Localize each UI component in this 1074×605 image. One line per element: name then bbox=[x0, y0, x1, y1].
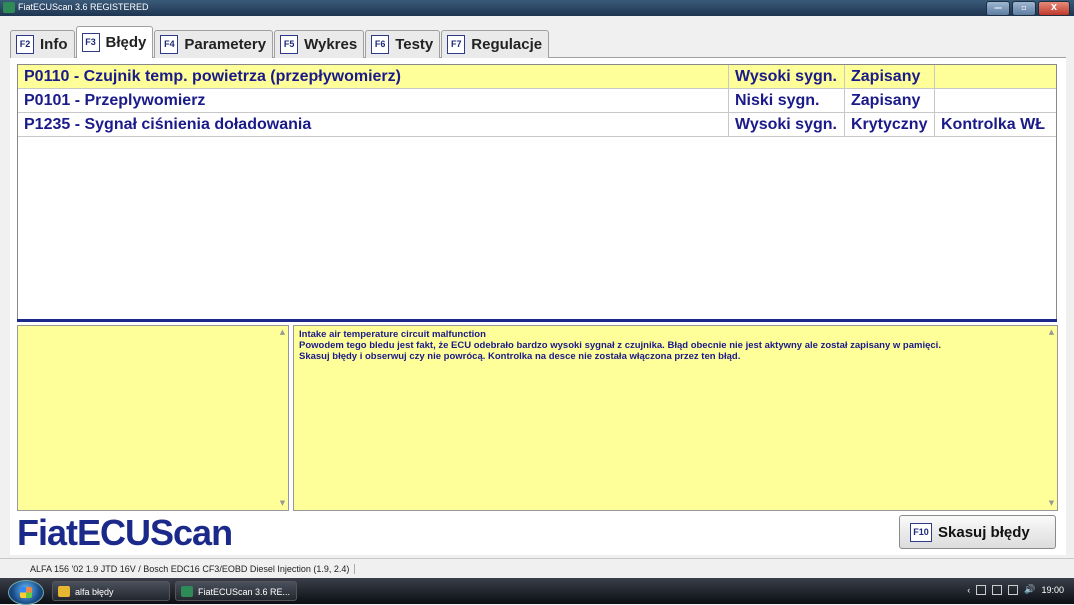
fault-signal-cell: Wysoki sygn. bbox=[729, 113, 845, 136]
app-logo: FiatECUScan bbox=[17, 512, 233, 553]
description-line: Skasuj błędy i obserwuj czy nie powrócą.… bbox=[299, 351, 741, 362]
tab-label: Info bbox=[40, 36, 68, 53]
scroll-down-icon[interactable]: ▼ bbox=[1047, 499, 1056, 508]
tab-label: Testy bbox=[395, 36, 434, 53]
maximize-button[interactable]: ▫ bbox=[1012, 1, 1036, 16]
tab-testy[interactable]: F6 Testy bbox=[365, 30, 441, 58]
description-line: Powodem tego bledu jest fakt, że ECU ode… bbox=[299, 340, 941, 351]
volume-icon[interactable]: 🔊 bbox=[1024, 584, 1035, 595]
minimize-button[interactable]: — bbox=[986, 1, 1010, 16]
folder-icon bbox=[58, 586, 70, 597]
section-divider bbox=[17, 319, 1057, 322]
fault-signal-cell: Wysoki sygn. bbox=[729, 65, 845, 88]
tab-bar: F2 Info F3 Błędy F4 Parametery F5 Wykres… bbox=[10, 26, 550, 58]
app-icon bbox=[3, 2, 15, 13]
window-controls: — ▫ X bbox=[986, 1, 1070, 16]
fault-status-cell: Zapisany bbox=[845, 89, 935, 112]
keyboard-icon[interactable] bbox=[976, 584, 987, 595]
scroll-up-icon[interactable]: ▲ bbox=[1047, 328, 1056, 337]
f4-key-icon: F4 bbox=[160, 35, 179, 54]
table-row[interactable]: P0101 - Przeplywomierz Niski sygn. Zapis… bbox=[18, 89, 1056, 113]
system-tray: ‹ 🔊 19:00 bbox=[967, 584, 1064, 595]
fault-lamp-cell: Kontrolka WŁ bbox=[941, 116, 1045, 133]
close-button[interactable]: X bbox=[1038, 1, 1070, 16]
clear-errors-label: Skasuj błędy bbox=[938, 523, 1030, 541]
f10-key-icon: F10 bbox=[910, 522, 932, 542]
battery-icon[interactable] bbox=[992, 584, 1003, 595]
window-title: FiatECUScan 3.6 REGISTERED bbox=[18, 2, 149, 12]
fault-description: Intake air temperature circuit malfuncti… bbox=[299, 329, 1034, 362]
taskbar-item-fiatecuscan[interactable]: FiatECUScan 3.6 RE... bbox=[175, 581, 297, 601]
tab-label: Błędy bbox=[105, 34, 147, 51]
freeze-frame-panel[interactable]: ▲ ▼ bbox=[17, 325, 289, 511]
taskbar-item-label: alfa błędy bbox=[75, 587, 114, 597]
status-bar: ALFA 156 '02 1.9 JTD 16V / Bosch EDC16 C… bbox=[0, 558, 1074, 579]
f7-key-icon: F7 bbox=[447, 35, 466, 54]
taskbar-item-label: FiatECUScan 3.6 RE... bbox=[198, 587, 291, 597]
network-icon[interactable] bbox=[1008, 584, 1019, 595]
vehicle-status: ALFA 156 '02 1.9 JTD 16V / Bosch EDC16 C… bbox=[30, 564, 356, 574]
f5-key-icon: F5 bbox=[280, 35, 299, 54]
tab-label: Wykres bbox=[304, 36, 358, 53]
table-row[interactable]: P1235 - Sygnał ciśnienia doładowania Wys… bbox=[18, 113, 1056, 137]
fault-lamp-cell bbox=[935, 89, 1056, 112]
fault-status-cell: Zapisany bbox=[845, 65, 935, 88]
app-icon bbox=[181, 586, 193, 597]
table-row[interactable]: P0110 - Czujnik temp. powietrza (przepły… bbox=[18, 65, 1056, 89]
fault-description-panel[interactable]: Intake air temperature circuit malfuncti… bbox=[293, 325, 1058, 511]
window-titlebar: FiatECUScan 3.6 REGISTERED — ▫ X bbox=[0, 0, 1074, 16]
tab-label: Regulacje bbox=[471, 36, 543, 53]
windows-logo-icon bbox=[20, 587, 32, 598]
f2-key-icon: F2 bbox=[16, 35, 34, 54]
tab-info[interactable]: F2 Info bbox=[10, 30, 75, 58]
start-button[interactable] bbox=[8, 580, 44, 605]
fault-list: P0110 - Czujnik temp. powietrza (przepły… bbox=[17, 64, 1057, 320]
fault-code-cell: P0110 - Czujnik temp. powietrza (przepły… bbox=[18, 65, 729, 88]
fault-lamp-cell bbox=[935, 65, 1056, 88]
description-title: Intake air temperature circuit malfuncti… bbox=[299, 329, 486, 340]
clear-errors-button[interactable]: F10 Skasuj błędy bbox=[899, 515, 1056, 549]
tab-wykres[interactable]: F5 Wykres bbox=[274, 30, 365, 58]
tab-bledy[interactable]: F3 Błędy bbox=[75, 26, 154, 58]
tab-label: Parametery bbox=[184, 36, 267, 53]
fault-code-cell: P0101 - Przeplywomierz bbox=[18, 89, 729, 112]
scroll-down-icon[interactable]: ▼ bbox=[278, 499, 287, 508]
f3-key-icon: F3 bbox=[81, 33, 100, 52]
tray-expand-icon[interactable]: ‹ bbox=[967, 585, 970, 595]
fault-code-cell: P1235 - Sygnał ciśnienia doładowania bbox=[18, 113, 729, 136]
f6-key-icon: F6 bbox=[371, 35, 390, 54]
tab-parametery[interactable]: F4 Parametery bbox=[154, 30, 274, 58]
fault-status-cell: Krytyczny bbox=[845, 113, 935, 136]
fault-signal-cell: Niski sygn. bbox=[729, 89, 845, 112]
clock[interactable]: 19:00 bbox=[1041, 585, 1064, 595]
taskbar-item-folder[interactable]: alfa błędy bbox=[52, 581, 170, 601]
tab-regulacje[interactable]: F7 Regulacje bbox=[441, 30, 550, 58]
os-taskbar: alfa błędy FiatECUScan 3.6 RE... ‹ 🔊 19:… bbox=[0, 578, 1074, 605]
scroll-up-icon[interactable]: ▲ bbox=[278, 328, 287, 337]
